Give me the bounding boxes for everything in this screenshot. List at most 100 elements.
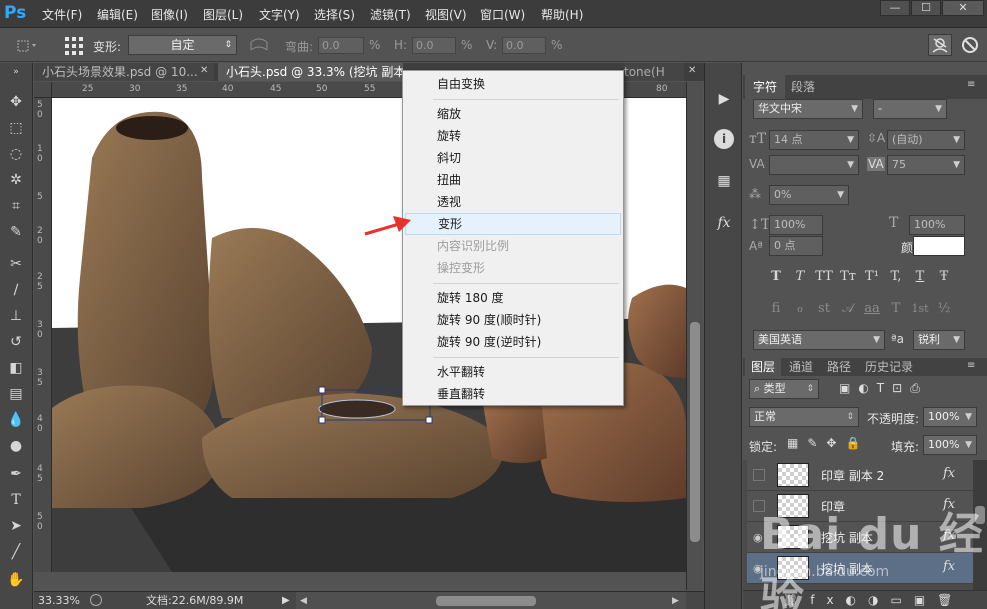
faux-italic-button[interactable]: T — [789, 267, 811, 287]
lock-buttons[interactable]: ▦✎✥🔒 — [787, 436, 877, 454]
menu-file[interactable]: 文件(F) — [42, 6, 82, 23]
menu-item-distort[interactable]: 扭曲 — [405, 169, 621, 191]
scroll-thumb[interactable] — [436, 596, 536, 606]
font-size-select[interactable]: 14 点 ▼ — [769, 130, 859, 150]
menu-view[interactable]: 视图(V) — [425, 6, 467, 23]
line-tool-icon[interactable]: ╱ — [4, 541, 28, 563]
menu-item-rotate-90-cw[interactable]: 旋转 90 度(顺时针) — [405, 309, 621, 331]
menu-select[interactable]: 选择(S) — [314, 6, 355, 23]
eraser-tool-icon[interactable]: ◧ — [4, 357, 28, 379]
warp-style-select[interactable]: 自定 ⇕ — [128, 35, 237, 55]
opacity-input[interactable]: 100% ▼ — [923, 407, 977, 427]
discretionary-ligatures-button[interactable]: st — [813, 299, 835, 319]
language-select[interactable]: 美国英语 ▼ — [753, 330, 885, 350]
tab-stone-psd[interactable]: 小石头.psd @ 33.3% (挖坑 副本 — [218, 63, 403, 81]
subscript-button[interactable]: T, — [885, 267, 907, 287]
menu-item-rotate-180[interactable]: 旋转 180 度 — [405, 287, 621, 309]
move-tool-icon[interactable]: ✥ — [4, 91, 28, 113]
font-family-select[interactable]: 华文中宋 ▼ — [753, 99, 863, 119]
cancel-transform-icon[interactable] — [928, 34, 952, 56]
kerning-select[interactable]: ▼ — [769, 155, 859, 175]
menu-image[interactable]: 图像(I) — [151, 6, 188, 23]
tab-character[interactable]: 字符 — [745, 75, 786, 99]
panel-menu-icon[interactable]: ≡ — [967, 360, 975, 371]
menu-item-scale[interactable]: 缩放 — [405, 103, 621, 125]
maximize-button[interactable]: ☐ — [911, 0, 941, 16]
dodge-tool-icon[interactable]: ● — [4, 435, 28, 457]
panel-menu-icon[interactable]: ≡ — [967, 79, 975, 90]
stylistic-alternates-button[interactable]: aa — [861, 299, 883, 319]
strikethrough-button[interactable]: Ŧ — [933, 267, 955, 287]
collapse-toolbar-icon[interactable]: » — [4, 67, 28, 77]
transform-tool-icon[interactable] — [14, 37, 40, 55]
antialias-select[interactable]: 锐利 ▼ — [913, 330, 965, 350]
h-input[interactable]: 0.0 — [412, 37, 456, 54]
ligatures-button[interactable]: fi — [765, 299, 787, 319]
layer-row[interactable]: 印章 副本 2 fx — [747, 460, 987, 491]
menu-item-warp[interactable]: 变形 — [405, 213, 621, 235]
horizontal-scale-input[interactable]: 100% — [909, 215, 965, 235]
scroll-left-icon[interactable]: ◀ — [300, 593, 307, 609]
font-style-select[interactable]: - ▼ — [873, 99, 947, 119]
blur-tool-icon[interactable]: 💧 — [4, 409, 28, 431]
faux-bold-button[interactable]: T — [765, 267, 787, 287]
vertical-scrollbar[interactable] — [686, 82, 703, 590]
type-tool-icon[interactable]: T — [4, 489, 28, 511]
old-style-button[interactable]: ℴ — [789, 299, 811, 319]
tab-third-doc[interactable]: tone(H — [624, 63, 684, 81]
tab-channels[interactable]: 通道 — [783, 358, 819, 376]
menu-filter[interactable]: 滤镜(T) — [370, 6, 411, 23]
tab-paths[interactable]: 路径 — [821, 358, 857, 376]
v-input[interactable]: 0.0 — [502, 37, 546, 54]
pen-tool-icon[interactable]: ✒ — [4, 463, 28, 485]
layer-filter-icons[interactable]: ▣◐T⊡⎙ — [839, 381, 979, 399]
horizontal-scrollbar[interactable]: ◀ ▶ — [296, 592, 686, 609]
navigator-grid-icon[interactable]: ▦ — [711, 169, 737, 193]
fx-icon[interactable]: fx — [943, 466, 955, 481]
eyedropper-tool-icon[interactable]: ✎ — [4, 221, 28, 243]
info-icon[interactable]: i — [714, 129, 734, 149]
menu-item-puppet-warp[interactable]: 操控变形 — [405, 257, 621, 279]
status-info-icon[interactable] — [90, 594, 102, 606]
baseline-shift-input[interactable]: 0 点 — [769, 236, 823, 256]
menu-window[interactable]: 窗口(W) — [480, 6, 525, 23]
proportional-spacing-select[interactable]: 0% ▼ — [769, 185, 849, 205]
leading-select[interactable]: (自动) ▼ — [887, 130, 965, 150]
menu-item-rotate[interactable]: 旋转 — [405, 125, 621, 147]
crop-tool-icon[interactable]: ⌗ — [4, 195, 28, 217]
menu-layer[interactable]: 图层(L) — [203, 6, 243, 23]
history-brush-tool-icon[interactable]: ↺ — [4, 331, 28, 353]
hand-tool-icon[interactable]: ✋ — [4, 569, 28, 591]
blend-mode-select[interactable]: 正常 ⇕ — [749, 407, 859, 427]
bend-input[interactable]: 0.0 — [318, 37, 364, 54]
stamp-tool-icon[interactable]: ⊥ — [4, 305, 28, 327]
gradient-tool-icon[interactable]: ▤ — [4, 383, 28, 405]
close-window-button[interactable]: ✕ — [942, 0, 984, 16]
play-action-icon[interactable]: ▶ — [711, 87, 737, 111]
reference-point-icon[interactable] — [63, 35, 85, 57]
underline-button[interactable]: T — [909, 267, 931, 287]
swash-button[interactable]: 𝒜 — [837, 299, 859, 319]
all-caps-button[interactable]: TT — [813, 267, 835, 287]
marquee-tool-icon[interactable]: ⬚ — [4, 117, 28, 139]
healing-brush-tool-icon[interactable]: ✂ — [4, 253, 28, 275]
scroll-thumb[interactable] — [690, 322, 700, 542]
scroll-right-icon[interactable]: ▶ — [672, 593, 679, 609]
small-caps-button[interactable]: Tт — [837, 267, 859, 287]
menu-item-flip-vertical[interactable]: 垂直翻转 — [405, 383, 621, 405]
minimize-button[interactable]: — — [880, 0, 910, 16]
magic-wand-tool-icon[interactable]: ✲ — [4, 169, 28, 191]
close-tab-icon[interactable]: ✕ — [688, 65, 696, 76]
ordinals-button[interactable]: 1st — [909, 299, 931, 319]
chevron-right-icon[interactable]: ▶ — [282, 592, 290, 609]
tab-paragraph[interactable]: 段落 — [783, 75, 823, 99]
menu-edit[interactable]: 编辑(E) — [97, 6, 138, 23]
menu-item-skew[interactable]: 斜切 — [405, 147, 621, 169]
path-selection-tool-icon[interactable]: ➤ — [4, 515, 28, 537]
fractions-button[interactable]: ½ — [933, 299, 955, 319]
visibility-toggle[interactable] — [753, 469, 765, 481]
zoom-level[interactable]: 33.33% — [38, 592, 80, 609]
tab-layers[interactable]: 图层 — [745, 358, 782, 376]
titling-alternates-button[interactable]: T — [885, 299, 907, 319]
menu-item-perspective[interactable]: 透视 — [405, 191, 621, 213]
